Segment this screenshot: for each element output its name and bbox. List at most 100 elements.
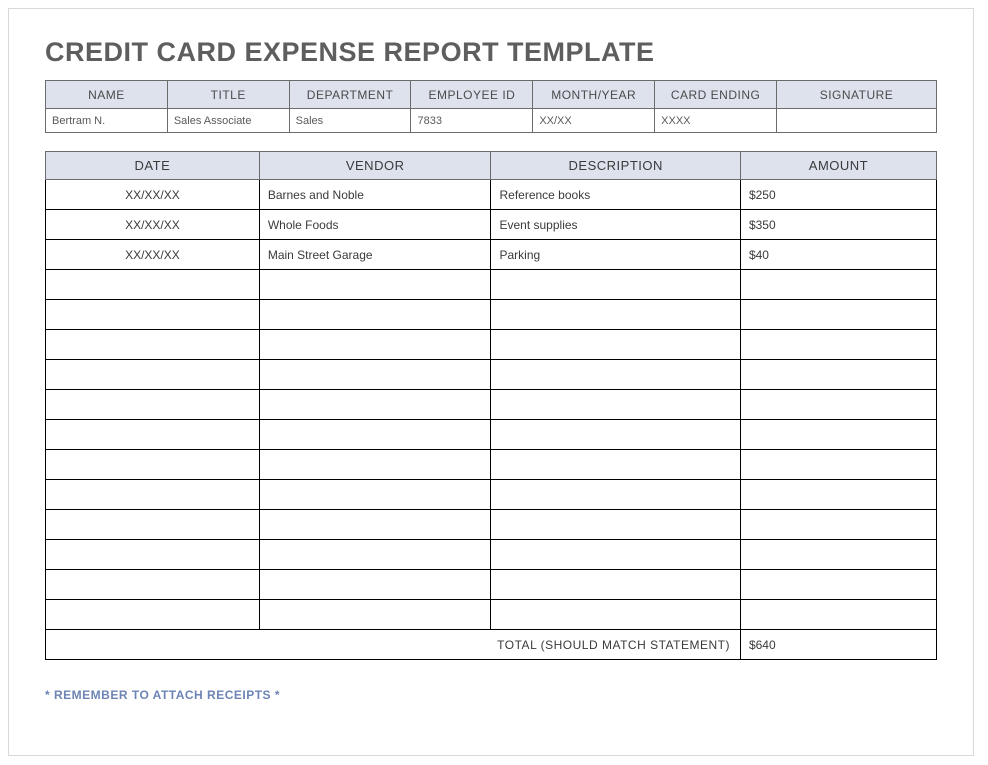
info-value-title: Sales Associate — [167, 109, 289, 133]
cell-description — [491, 480, 740, 510]
cell-vendor — [259, 330, 491, 360]
info-header-name: NAME — [46, 81, 168, 109]
cell-date — [46, 270, 260, 300]
table-row — [46, 540, 937, 570]
cell-date: XX/XX/XX — [46, 240, 260, 270]
cell-amount — [740, 570, 936, 600]
table-row — [46, 450, 937, 480]
cell-description — [491, 270, 740, 300]
info-header-card-ending: CARD ENDING — [655, 81, 777, 109]
cell-date: XX/XX/XX — [46, 180, 260, 210]
cell-description — [491, 420, 740, 450]
reminder-note: * REMEMBER TO ATTACH RECEIPTS * — [45, 688, 937, 702]
table-row — [46, 600, 937, 630]
cell-amount — [740, 450, 936, 480]
cell-vendor: Main Street Garage — [259, 240, 491, 270]
cell-date — [46, 330, 260, 360]
cell-date — [46, 390, 260, 420]
cell-vendor — [259, 510, 491, 540]
cell-date — [46, 450, 260, 480]
cell-date — [46, 300, 260, 330]
cell-amount — [740, 510, 936, 540]
cell-date — [46, 480, 260, 510]
cell-amount: $40 — [740, 240, 936, 270]
cell-description: Event supplies — [491, 210, 740, 240]
cell-amount: $250 — [740, 180, 936, 210]
info-header-signature: SIGNATURE — [777, 81, 937, 109]
cell-amount — [740, 360, 936, 390]
document-page: CREDIT CARD EXPENSE REPORT TEMPLATE NAME… — [8, 8, 974, 756]
table-row — [46, 510, 937, 540]
cell-description — [491, 300, 740, 330]
table-row: XX/XX/XXMain Street GarageParking$40 — [46, 240, 937, 270]
cell-vendor — [259, 390, 491, 420]
cell-amount — [740, 390, 936, 420]
exp-header-description: DESCRIPTION — [491, 152, 740, 180]
table-row — [46, 390, 937, 420]
cell-description — [491, 570, 740, 600]
table-row — [46, 570, 937, 600]
cell-amount — [740, 420, 936, 450]
cell-vendor — [259, 300, 491, 330]
cell-date — [46, 420, 260, 450]
cell-vendor — [259, 360, 491, 390]
cell-description: Parking — [491, 240, 740, 270]
cell-description: Reference books — [491, 180, 740, 210]
table-row — [46, 480, 937, 510]
cell-date — [46, 570, 260, 600]
cell-vendor — [259, 270, 491, 300]
cell-date — [46, 600, 260, 630]
cell-amount — [740, 540, 936, 570]
cell-vendor: Barnes and Noble — [259, 180, 491, 210]
info-header-month-year: MONTH/YEAR — [533, 81, 655, 109]
cell-vendor — [259, 480, 491, 510]
table-row: XX/XX/XXWhole FoodsEvent supplies$350 — [46, 210, 937, 240]
page-title: CREDIT CARD EXPENSE REPORT TEMPLATE — [45, 37, 937, 68]
info-value-employee-id: 7833 — [411, 109, 533, 133]
table-row — [46, 300, 937, 330]
info-value-name: Bertram N. — [46, 109, 168, 133]
total-label: TOTAL (SHOULD MATCH STATEMENT) — [46, 630, 741, 660]
info-header-title: TITLE — [167, 81, 289, 109]
info-header-department: DEPARTMENT — [289, 81, 411, 109]
cell-date — [46, 540, 260, 570]
cell-vendor — [259, 600, 491, 630]
expense-table: DATE VENDOR DESCRIPTION AMOUNT XX/XX/XXB… — [45, 151, 937, 660]
total-value: $640 — [740, 630, 936, 660]
cell-description — [491, 540, 740, 570]
exp-header-date: DATE — [46, 152, 260, 180]
table-row — [46, 420, 937, 450]
cell-amount: $350 — [740, 210, 936, 240]
cell-description — [491, 510, 740, 540]
cell-description — [491, 390, 740, 420]
info-value-department: Sales — [289, 109, 411, 133]
cell-description — [491, 360, 740, 390]
info-table: NAME TITLE DEPARTMENT EMPLOYEE ID MONTH/… — [45, 80, 937, 133]
cell-date — [46, 360, 260, 390]
exp-header-amount: AMOUNT — [740, 152, 936, 180]
cell-description — [491, 330, 740, 360]
cell-vendor — [259, 570, 491, 600]
exp-header-vendor: VENDOR — [259, 152, 491, 180]
cell-amount — [740, 300, 936, 330]
cell-date — [46, 510, 260, 540]
info-value-signature — [777, 109, 937, 133]
info-value-month-year: XX/XX — [533, 109, 655, 133]
cell-description — [491, 600, 740, 630]
table-row — [46, 360, 937, 390]
cell-amount — [740, 600, 936, 630]
info-header-employee-id: EMPLOYEE ID — [411, 81, 533, 109]
table-row — [46, 270, 937, 300]
cell-amount — [740, 480, 936, 510]
cell-vendor — [259, 540, 491, 570]
cell-description — [491, 450, 740, 480]
cell-amount — [740, 330, 936, 360]
cell-vendor — [259, 420, 491, 450]
info-value-card-ending: XXXX — [655, 109, 777, 133]
table-row: XX/XX/XXBarnes and NobleReference books$… — [46, 180, 937, 210]
cell-date: XX/XX/XX — [46, 210, 260, 240]
cell-vendor — [259, 450, 491, 480]
table-row — [46, 330, 937, 360]
cell-vendor: Whole Foods — [259, 210, 491, 240]
cell-amount — [740, 270, 936, 300]
